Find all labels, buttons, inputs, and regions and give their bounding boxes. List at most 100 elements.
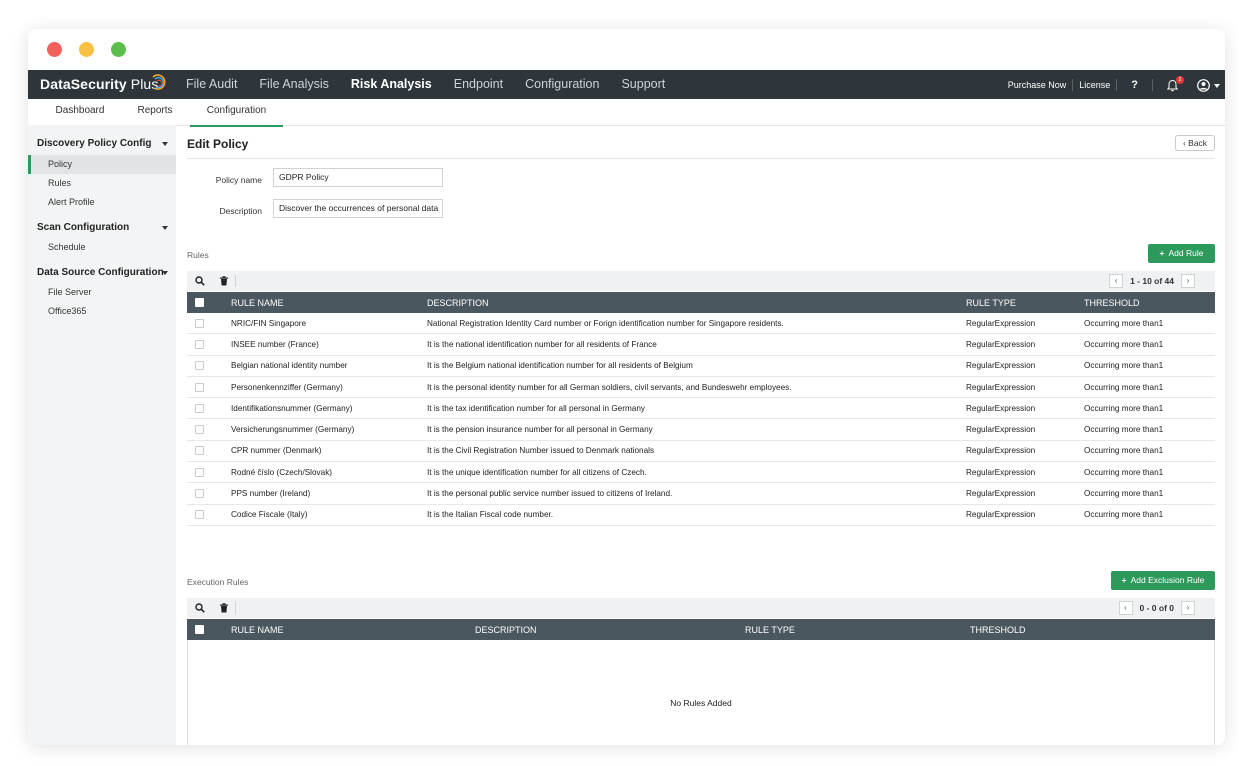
row-checkbox[interactable]: [195, 446, 204, 456]
plus-icon: +: [1121, 575, 1127, 585]
help-icon[interactable]: ?: [1117, 78, 1153, 91]
row-checkbox[interactable]: [195, 339, 204, 349]
table-row[interactable]: Personenkennziffer (Germany) It is the pe…: [187, 376, 1215, 399]
rule-type-cell: RegularExpression: [966, 461, 1084, 484]
row-checkbox[interactable]: [195, 425, 204, 435]
tab-dashboard[interactable]: Dashboard: [46, 99, 114, 125]
description-cell: It is the Belgium national identificatio…: [427, 355, 966, 377]
row-checkbox[interactable]: [195, 382, 204, 392]
threshold-cell: Occurring more than1: [1084, 482, 1215, 505]
search-icon[interactable]: [195, 603, 205, 613]
rule-type-cell: RegularExpression: [966, 376, 1084, 399]
rule-type-cell: RegularExpression: [966, 355, 1084, 377]
column-description[interactable]: DESCRIPTION: [427, 292, 966, 313]
description-cell: It is the national identification number…: [427, 333, 966, 356]
rule-type-cell: RegularExpression: [966, 418, 1084, 441]
row-checkbox[interactable]: [195, 318, 204, 328]
rule-name-cell: Versicherungsnummer (Germany): [231, 418, 427, 441]
row-select-cell: [187, 482, 231, 505]
row-select-cell: [187, 333, 231, 356]
column-rule-name[interactable]: RULE NAME: [231, 292, 427, 313]
notifications-button[interactable]: 2: [1163, 75, 1187, 94]
table-row[interactable]: INSEE number (France) It is the national …: [187, 333, 1215, 356]
rule-type-cell: RegularExpression: [966, 440, 1084, 463]
trash-icon[interactable]: [219, 603, 229, 613]
chevron-left-icon: ‹: [1182, 138, 1186, 148]
main-nav-item[interactable]: Support: [621, 70, 665, 99]
sidebar-section-data-source-configuration[interactable]: Data Source Configuration: [37, 267, 172, 278]
rule-name-cell: Belgian national identity number: [231, 355, 427, 377]
column-threshold[interactable]: THRESHOLD: [970, 619, 1215, 640]
row-checkbox[interactable]: [195, 510, 204, 520]
table-row[interactable]: Versicherungsnummer (Germany) It is the p…: [187, 418, 1215, 441]
row-checkbox[interactable]: [195, 361, 204, 371]
maximize-window-icon[interactable]: [111, 42, 126, 57]
threshold-cell: Occurring more than1: [1084, 333, 1215, 356]
back-button[interactable]: ‹ Back: [1175, 135, 1215, 151]
empty-state-text: No Rules Added: [670, 698, 732, 708]
sidebar-item-rules[interactable]: Rules: [28, 174, 176, 193]
trash-icon[interactable]: [219, 276, 229, 286]
threshold-cell: Occurring more than1: [1084, 355, 1215, 377]
tab-reports[interactable]: Reports: [128, 99, 182, 125]
sidebar-item-office365[interactable]: Office365: [28, 302, 176, 321]
rules-table: RULE NAME DESCRIPTION RULE TYPE THRESHOL…: [187, 292, 1215, 526]
chevron-left-icon[interactable]: ‹: [1109, 274, 1124, 288]
row-checkbox[interactable]: [195, 467, 204, 477]
table-row[interactable]: Codice Fiscale (Italy) It is the Italian …: [187, 504, 1215, 526]
select-all-checkbox[interactable]: [195, 625, 204, 634]
add-exclusion-rule-label: Add Exclusion Rule: [1130, 575, 1205, 585]
table-row[interactable]: PPS number (Ireland) It is the personal p…: [187, 482, 1215, 505]
column-rule-type[interactable]: RULE TYPE: [745, 619, 970, 640]
sidebar-item-file-server[interactable]: File Server: [28, 283, 176, 302]
title-divider: [187, 158, 1215, 159]
purchase-now-link[interactable]: Purchase Now: [1002, 78, 1074, 91]
execution-rules-empty-state: No Rules Added: [187, 640, 1215, 745]
sidebar-item-alert-profile[interactable]: Alert Profile: [28, 193, 176, 212]
page-title: Edit Policy: [187, 137, 249, 151]
execution-rules-section-label: Execution Rules: [187, 577, 249, 587]
column-rule-name[interactable]: RULE NAME: [231, 619, 475, 640]
logo-swirl-icon: [152, 74, 166, 90]
close-window-icon[interactable]: [47, 42, 62, 57]
table-row[interactable]: Rodné číslo (Czech/Slovak) It is the uniq…: [187, 461, 1215, 484]
main-nav-item[interactable]: Configuration: [525, 70, 599, 99]
main-nav-item[interactable]: Endpoint: [454, 70, 503, 99]
license-link[interactable]: License: [1073, 78, 1118, 91]
sidebar-item-schedule[interactable]: Schedule: [28, 238, 176, 257]
column-rule-type[interactable]: RULE TYPE: [966, 292, 1084, 313]
sidebar-section-discovery-policy-config[interactable]: Discovery Policy Config: [37, 138, 172, 149]
user-menu[interactable]: [1191, 76, 1225, 94]
minimize-window-icon[interactable]: [79, 42, 94, 57]
sidebar-section-scan-configuration[interactable]: Scan Configuration: [37, 222, 172, 233]
chevron-right-icon[interactable]: ›: [1181, 274, 1195, 288]
add-rule-button[interactable]: + Add Rule: [1148, 244, 1215, 263]
main-nav: File Audit File Analysis Risk Analysis Endp…: [186, 70, 687, 99]
threshold-cell: Occurring more than1: [1084, 397, 1215, 420]
table-row[interactable]: CPR nummer (Denmark) It is the Civil Regi…: [187, 440, 1215, 463]
main-nav-item[interactable]: File Analysis: [259, 70, 328, 99]
table-row[interactable]: Belgian national identity number It is th…: [187, 355, 1215, 377]
rules-section-label: Rules: [187, 250, 209, 260]
table-row[interactable]: Identifikationsnummer (Germany) It is the…: [187, 397, 1215, 420]
top-navigation: DataSecurity Plus File Audit File Analysi…: [28, 70, 1225, 99]
column-description[interactable]: DESCRIPTION: [475, 619, 745, 640]
rule-name-cell: Rodné číslo (Czech/Slovak): [231, 461, 427, 484]
caret-down-icon: [162, 271, 168, 275]
add-exclusion-rule-button[interactable]: + Add Exclusion Rule: [1111, 571, 1215, 590]
main-nav-item[interactable]: File Audit: [186, 70, 237, 99]
sidebar-item-policy[interactable]: Policy: [28, 155, 176, 174]
search-icon[interactable]: [195, 276, 205, 286]
select-all-checkbox[interactable]: [195, 298, 204, 307]
main-nav-item[interactable]: Risk Analysis: [351, 70, 432, 99]
tab-configuration[interactable]: Configuration: [190, 99, 283, 127]
row-checkbox[interactable]: [195, 489, 204, 499]
chevron-left-icon[interactable]: ‹: [1118, 601, 1133, 615]
description-input[interactable]: Discover the occurrences of personal dat…: [273, 199, 443, 218]
policy-name-input[interactable]: GDPR Policy: [273, 168, 443, 187]
column-threshold[interactable]: THRESHOLD: [1084, 292, 1215, 313]
app-logo[interactable]: DataSecurity Plus: [40, 74, 166, 92]
row-checkbox[interactable]: [195, 403, 204, 413]
chevron-right-icon[interactable]: ›: [1181, 601, 1195, 615]
table-row[interactable]: NRIC/FIN Singapore National Registration …: [187, 313, 1215, 335]
